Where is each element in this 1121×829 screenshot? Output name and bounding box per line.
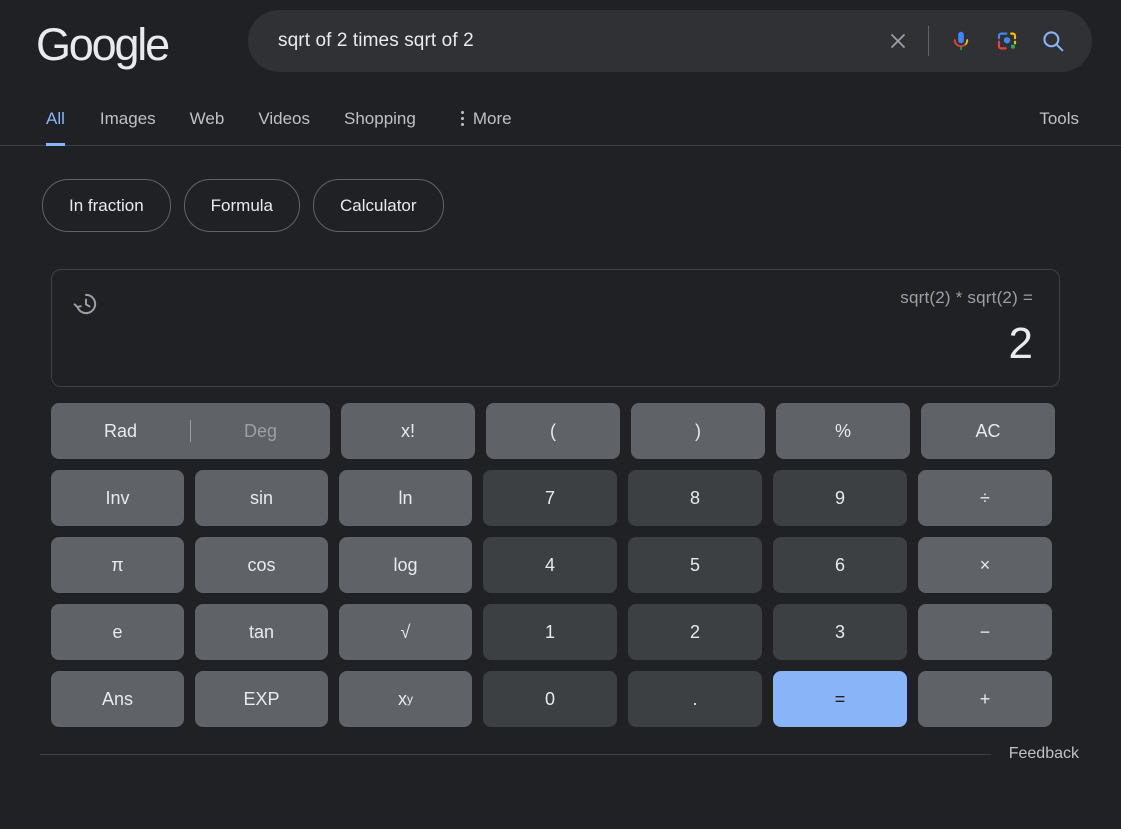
calculator-display: sqrt(2) * sqrt(2) = 2 <box>51 269 1060 387</box>
tab-all[interactable]: All <box>46 92 83 145</box>
close-icon <box>886 29 910 53</box>
key-power-base: x <box>398 689 407 710</box>
key-0[interactable]: 0 <box>483 671 617 727</box>
keypad-row-4: e tan √ 1 2 3 − <box>51 604 1060 660</box>
search-submit-button[interactable] <box>1030 18 1076 64</box>
key-inv[interactable]: Inv <box>51 470 184 526</box>
tab-videos-label: Videos <box>258 109 310 129</box>
display-values: sqrt(2) * sqrt(2) = 2 <box>52 288 1033 372</box>
calculator-widget: sqrt(2) * sqrt(2) = 2 Rad Deg x! ( ) % A… <box>51 269 1060 727</box>
key-all-clear[interactable]: AC <box>921 403 1055 459</box>
chip-in-fraction-label: In fraction <box>69 196 144 216</box>
calculator-result: 2 <box>1009 322 1033 372</box>
keypad-row-1: Rad Deg x! ( ) % AC <box>51 403 1060 459</box>
chip-calculator-label: Calculator <box>340 196 417 216</box>
key-pi[interactable]: π <box>51 537 184 593</box>
chip-in-fraction[interactable]: In fraction <box>42 179 171 232</box>
keypad-row-5: Ans EXP xy 0 . = + <box>51 671 1060 727</box>
page-header: Google <box>0 0 1121 92</box>
key-rad-label[interactable]: Rad <box>51 421 190 442</box>
key-power[interactable]: xy <box>339 671 472 727</box>
key-tan[interactable]: tan <box>195 604 328 660</box>
page-footer: Feedback <box>0 745 1121 763</box>
key-close-paren[interactable]: ) <box>631 403 765 459</box>
calculator-keypad: Rad Deg x! ( ) % AC Inv sin ln 7 8 9 ÷ π… <box>51 403 1060 727</box>
key-ans[interactable]: Ans <box>51 671 184 727</box>
clear-search-button[interactable] <box>875 18 921 64</box>
key-5[interactable]: 5 <box>628 537 762 593</box>
search-divider <box>928 26 929 56</box>
three-dots-vertical-icon <box>461 111 464 126</box>
rad-deg-group: Rad Deg <box>51 420 330 442</box>
search-nav-bar: All Images Web Videos Shopping More Tool… <box>0 92 1121 146</box>
key-factorial[interactable]: x! <box>341 403 475 459</box>
key-ln[interactable]: ln <box>339 470 472 526</box>
key-log[interactable]: log <box>339 537 472 593</box>
nav-tab-list: All Images Web Videos Shopping More <box>46 92 529 145</box>
chip-formula[interactable]: Formula <box>184 179 300 232</box>
chip-calculator[interactable]: Calculator <box>313 179 444 232</box>
tab-more[interactable]: More <box>433 92 529 145</box>
chip-formula-label: Formula <box>211 196 273 216</box>
tab-shopping-label: Shopping <box>344 109 416 129</box>
history-icon <box>72 290 100 318</box>
key-divide[interactable]: ÷ <box>918 470 1052 526</box>
key-1[interactable]: 1 <box>483 604 617 660</box>
key-sqrt[interactable]: √ <box>339 604 472 660</box>
search-input[interactable] <box>278 10 875 72</box>
google-logo[interactable]: Google <box>36 22 168 67</box>
key-2[interactable]: 2 <box>628 604 762 660</box>
keypad-row-3: π cos log 4 5 6 × <box>51 537 1060 593</box>
tab-videos[interactable]: Videos <box>241 92 327 145</box>
key-sin[interactable]: sin <box>195 470 328 526</box>
key-open-paren[interactable]: ( <box>486 403 620 459</box>
search-bar[interactable] <box>248 10 1092 72</box>
key-4[interactable]: 4 <box>483 537 617 593</box>
tab-web-label: Web <box>190 109 225 129</box>
calculator-expression: sqrt(2) * sqrt(2) = <box>900 288 1033 308</box>
key-minus[interactable]: − <box>918 604 1052 660</box>
tab-images-label: Images <box>100 109 156 129</box>
key-plus[interactable]: + <box>918 671 1052 727</box>
key-decimal-point[interactable]: . <box>628 671 762 727</box>
key-multiply[interactable]: × <box>918 537 1052 593</box>
key-6[interactable]: 6 <box>773 537 907 593</box>
key-8[interactable]: 8 <box>628 470 762 526</box>
google-lens-icon <box>994 28 1020 54</box>
key-deg-label[interactable]: Deg <box>191 421 330 442</box>
tab-shopping[interactable]: Shopping <box>327 92 433 145</box>
footer-divider <box>40 754 991 755</box>
filter-chip-row: In fraction Formula Calculator <box>0 146 1121 232</box>
key-rad-deg-toggle[interactable]: Rad Deg <box>51 403 330 459</box>
key-equals[interactable]: = <box>773 671 907 727</box>
tab-all-label: All <box>46 109 65 129</box>
feedback-link[interactable]: Feedback <box>1009 745 1079 763</box>
key-7[interactable]: 7 <box>483 470 617 526</box>
key-3[interactable]: 3 <box>773 604 907 660</box>
key-cos[interactable]: cos <box>195 537 328 593</box>
tab-more-label: More <box>473 109 512 129</box>
microphone-icon <box>948 28 974 54</box>
tools-label: Tools <box>1039 109 1079 129</box>
key-e[interactable]: e <box>51 604 184 660</box>
search-icon <box>1040 28 1066 54</box>
google-lens-button[interactable] <box>984 18 1030 64</box>
history-button[interactable] <box>72 290 100 318</box>
google-logo-text: Google <box>36 19 168 70</box>
keypad-row-2: Inv sin ln 7 8 9 ÷ <box>51 470 1060 526</box>
key-percent[interactable]: % <box>776 403 910 459</box>
tab-images[interactable]: Images <box>83 92 173 145</box>
tools-button[interactable]: Tools <box>1039 92 1079 145</box>
voice-search-button[interactable] <box>938 18 984 64</box>
key-9[interactable]: 9 <box>773 470 907 526</box>
tab-web[interactable]: Web <box>173 92 242 145</box>
key-exp[interactable]: EXP <box>195 671 328 727</box>
